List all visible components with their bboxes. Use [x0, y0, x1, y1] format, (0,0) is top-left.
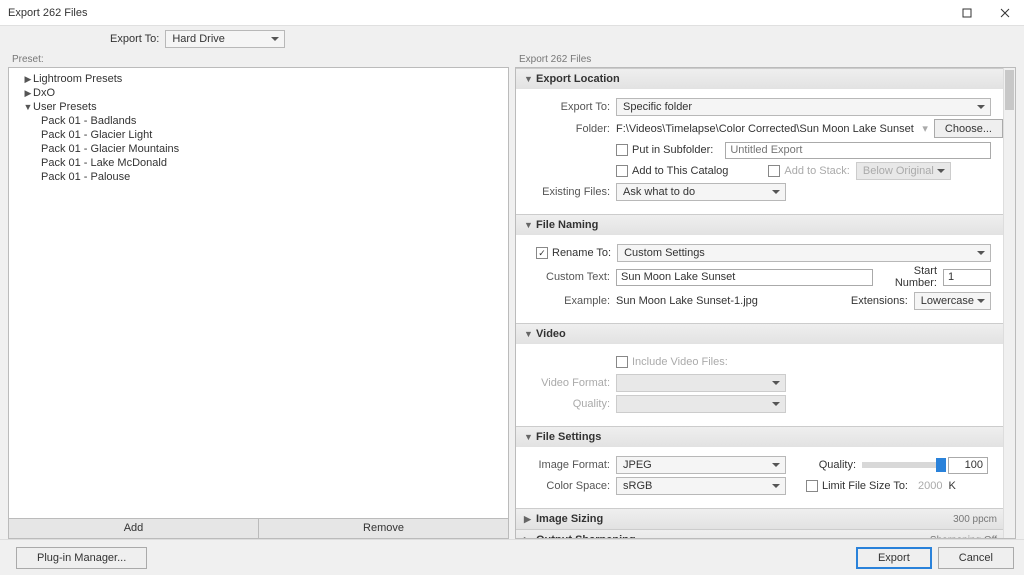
- custom-text-label: Custom Text:: [528, 271, 610, 283]
- stack-position-combo: Below Original: [856, 162, 951, 180]
- chevron-right-icon: ▶: [23, 88, 33, 99]
- export-to-label: Export To:: [528, 101, 610, 113]
- color-space-combo[interactable]: sRGB: [616, 477, 786, 495]
- preset-item[interactable]: Pack 01 - Palouse: [9, 170, 508, 184]
- subfolder-input[interactable]: [725, 142, 991, 159]
- existing-files-combo[interactable]: Ask what to do: [616, 183, 786, 201]
- chevron-right-icon: ▶: [524, 535, 536, 540]
- cancel-button[interactable]: Cancel: [938, 547, 1014, 569]
- preset-group[interactable]: ▶Lightroom Presets: [9, 72, 508, 86]
- chevron-down-icon: ▼: [524, 432, 536, 442]
- preset-group[interactable]: ▼User Presets: [9, 100, 508, 114]
- limit-size-unit: K: [948, 480, 955, 492]
- extensions-combo[interactable]: Lowercase: [914, 292, 991, 310]
- bottom-bar: Plug-in Manager... Export Cancel: [0, 539, 1024, 575]
- image-format-combo[interactable]: JPEG: [616, 456, 786, 474]
- scrollbar-thumb[interactable]: [1005, 70, 1014, 110]
- image-format-label: Image Format:: [528, 459, 610, 471]
- settings-scroll[interactable]: ▼Export Location Export To: Specific fol…: [515, 67, 1016, 539]
- folder-path: F:\Videos\Timelapse\Color Corrected\Sun …: [616, 123, 916, 135]
- slider-thumb-icon[interactable]: [936, 458, 946, 472]
- chevron-right-icon: ▶: [524, 514, 536, 525]
- add-button[interactable]: Add: [9, 519, 258, 538]
- section-file-naming[interactable]: ▼File Naming: [516, 215, 1015, 235]
- preset-item[interactable]: Pack 01 - Glacier Light: [9, 128, 508, 142]
- example-label: Example:: [528, 295, 610, 307]
- limit-size-label: Limit File Size To:: [822, 480, 908, 492]
- folder-label: Folder:: [528, 123, 610, 135]
- extensions-label: Extensions:: [851, 295, 908, 307]
- color-space-label: Color Space:: [528, 480, 610, 492]
- custom-text-input[interactable]: [616, 269, 873, 286]
- right-header: Export 262 Files: [515, 52, 1016, 67]
- export-to-label: Export To:: [110, 33, 159, 45]
- section-output-sharpening[interactable]: ▶Output SharpeningSharpening Off: [516, 530, 1015, 539]
- close-icon[interactable]: [986, 0, 1024, 26]
- include-video-label: Include Video Files:: [632, 356, 728, 368]
- preset-group[interactable]: ▶DxO: [9, 86, 508, 100]
- video-format-label: Video Format:: [528, 377, 610, 389]
- titlebar: Export 262 Files: [0, 0, 1024, 26]
- add-stack-label: Add to Stack:: [784, 165, 849, 177]
- video-quality-label: Quality:: [528, 398, 610, 410]
- rename-combo[interactable]: Custom Settings: [617, 244, 991, 262]
- limit-size-checkbox[interactable]: [806, 480, 818, 492]
- limit-size-value: 2000: [918, 480, 942, 492]
- put-subfolder-checkbox[interactable]: [616, 144, 628, 156]
- vertical-scrollbar[interactable]: [1003, 68, 1015, 538]
- video-format-combo: [616, 374, 786, 392]
- put-subfolder-label: Put in Subfolder:: [632, 144, 713, 156]
- example-value: Sun Moon Lake Sunset-1.jpg: [616, 295, 851, 307]
- export-to-combo[interactable]: Hard Drive: [165, 30, 285, 48]
- plugin-manager-button[interactable]: Plug-in Manager...: [16, 547, 147, 569]
- include-video-checkbox: [616, 356, 628, 368]
- chevron-down-icon: ▼: [23, 102, 33, 112]
- section-file-settings[interactable]: ▼File Settings: [516, 427, 1015, 447]
- video-quality-combo: [616, 395, 786, 413]
- quality-slider[interactable]: [862, 462, 942, 468]
- add-stack-checkbox: [768, 165, 780, 177]
- choose-button[interactable]: Choose...: [934, 119, 1003, 138]
- preset-item[interactable]: Pack 01 - Lake McDonald: [9, 156, 508, 170]
- add-catalog-checkbox[interactable]: [616, 165, 628, 177]
- section-image-sizing[interactable]: ▶Image Sizing300 ppcm: [516, 509, 1015, 529]
- window-title: Export 262 Files: [8, 7, 948, 19]
- rename-label: Rename To:: [552, 247, 611, 259]
- export-button[interactable]: Export: [856, 547, 932, 569]
- start-number-input[interactable]: [943, 269, 991, 286]
- quality-label: Quality:: [806, 459, 856, 471]
- maximize-icon[interactable]: [948, 0, 986, 26]
- rename-checkbox[interactable]: [536, 247, 548, 259]
- preset-header: Preset:: [8, 52, 509, 67]
- preset-add-remove: Add Remove: [8, 519, 509, 539]
- preset-item[interactable]: Pack 01 - Glacier Mountains: [9, 142, 508, 156]
- section-export-location[interactable]: ▼Export Location: [516, 69, 1015, 89]
- section-video[interactable]: ▼Video: [516, 324, 1015, 344]
- preset-item[interactable]: Pack 01 - Badlands: [9, 114, 508, 128]
- existing-files-label: Existing Files:: [528, 186, 610, 198]
- preset-list[interactable]: ▶Lightroom Presets ▶DxO ▼User Presets Pa…: [8, 67, 509, 519]
- add-catalog-label: Add to This Catalog: [632, 165, 728, 177]
- chevron-down-icon: ▼: [524, 329, 536, 339]
- start-number-label: Start Number:: [879, 265, 937, 289]
- chevron-down-icon: ▼: [524, 74, 536, 84]
- quality-input[interactable]: [948, 457, 988, 474]
- chevron-down-icon: ▼: [524, 220, 536, 230]
- chevron-right-icon: ▶: [23, 74, 33, 85]
- export-to-bar: Export To: Hard Drive: [0, 26, 1024, 52]
- export-to-folder-combo[interactable]: Specific folder: [616, 98, 991, 116]
- remove-button[interactable]: Remove: [258, 519, 508, 538]
